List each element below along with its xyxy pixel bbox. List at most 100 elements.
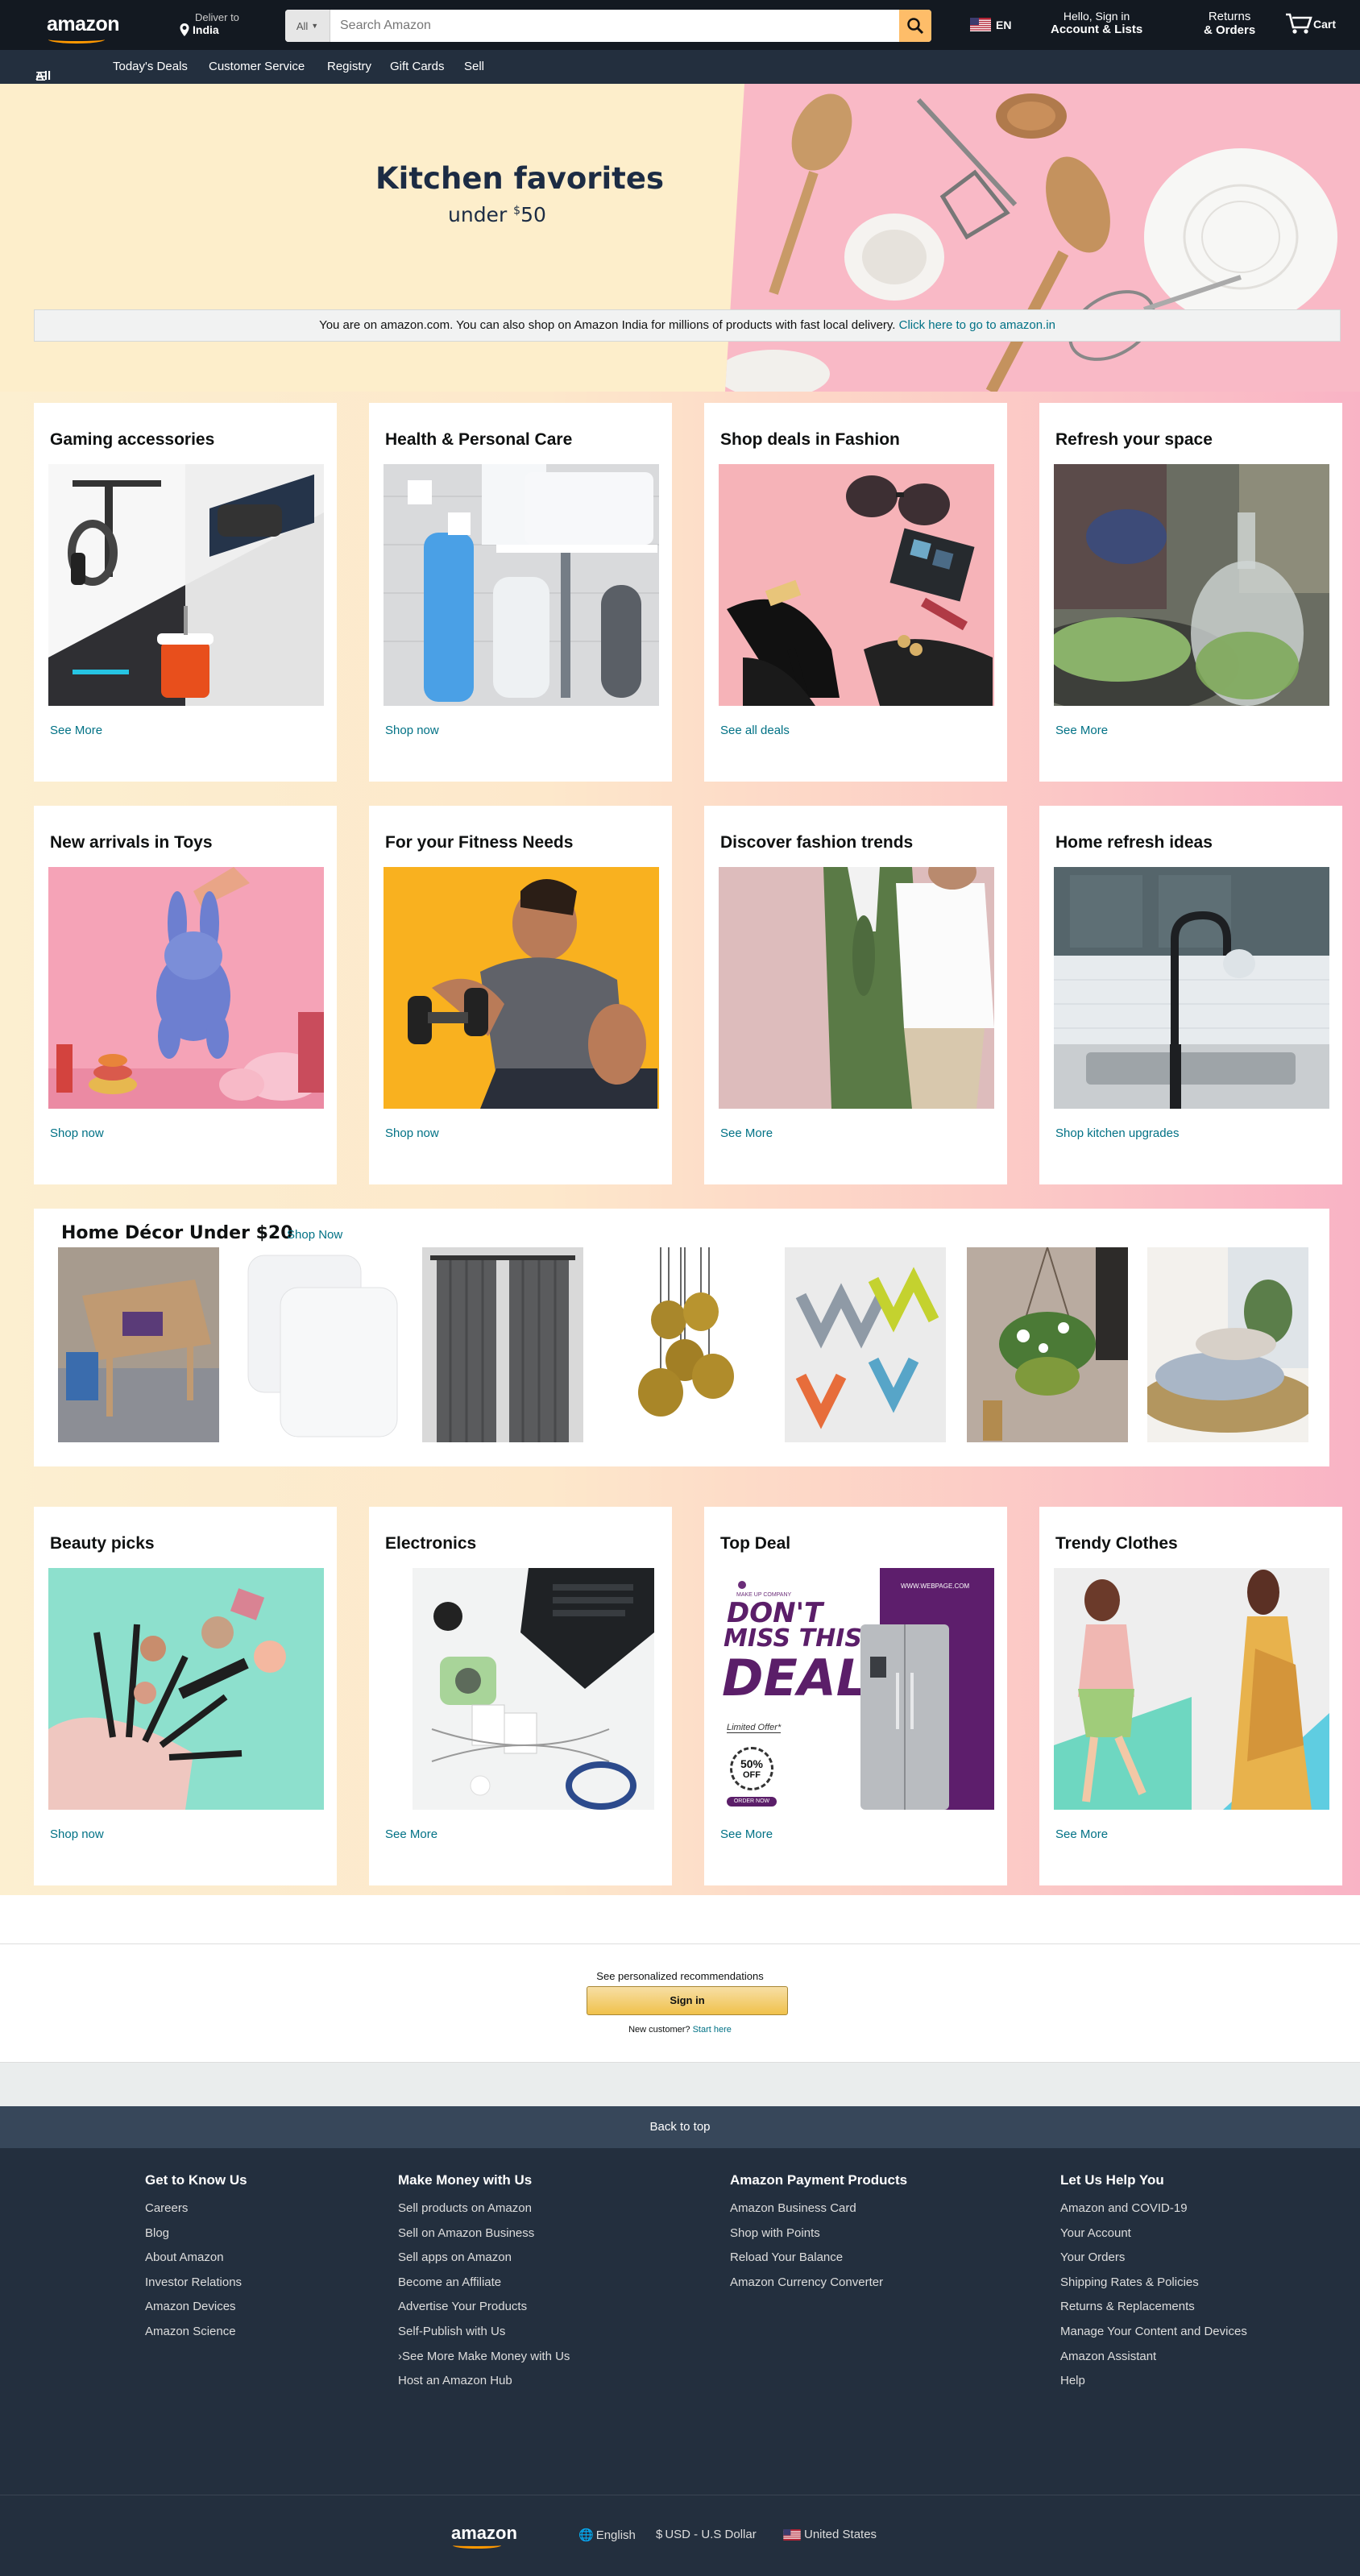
search-category-dropdown[interactable]: All ▼ xyxy=(285,10,330,42)
decor-item-curtains[interactable] xyxy=(422,1247,583,1442)
decor-item-pillows[interactable] xyxy=(240,1247,401,1442)
footer-link[interactable]: Amazon Science xyxy=(145,2320,247,2345)
decor-shop-now-link[interactable]: Shop Now xyxy=(287,1228,342,1242)
location-pin-icon xyxy=(180,23,189,36)
footer-link[interactable]: Your Orders xyxy=(1060,2246,1247,2271)
beauty-picks-image[interactable] xyxy=(48,1568,324,1810)
card-link[interactable]: Shop now xyxy=(385,1126,439,1140)
toys-image[interactable] xyxy=(48,867,324,1109)
card-gaming-accessories: Gaming accessories See More xyxy=(34,403,337,782)
sign-in-button[interactable]: Sign in xyxy=(587,1986,788,2015)
footer-link[interactable]: Returns & Replacements xyxy=(1060,2295,1247,2320)
subnav-gift-cards[interactable]: Gift Cards xyxy=(390,60,445,73)
subnav-sell[interactable]: Sell xyxy=(464,60,484,73)
notice-link[interactable]: Click here to go to amazon.in xyxy=(899,318,1055,332)
electronics-image[interactable] xyxy=(384,1568,659,1810)
deliver-to-button[interactable]: Deliver to India xyxy=(179,11,239,36)
returns-line1: Returns xyxy=(1208,10,1251,23)
footer-link[interactable]: Manage Your Content and Devices xyxy=(1060,2320,1247,2345)
card-link[interactable]: Shop now xyxy=(385,724,439,737)
footer-link[interactable]: Careers xyxy=(145,2196,247,2221)
cart-button[interactable]: Cart xyxy=(1284,11,1336,35)
account-label: Account & Lists xyxy=(1051,23,1143,36)
card-title: Discover fashion trends xyxy=(720,833,914,852)
footer-language-selector[interactable]: 🌐 English xyxy=(578,2528,636,2543)
card-link[interactable]: See More xyxy=(1055,724,1108,737)
footer-country-selector[interactable]: United States xyxy=(783,2528,877,2541)
card-link[interactable]: Shop kitchen upgrades xyxy=(1055,1126,1179,1140)
top-deal-ad-image[interactable]: MAKE UP COMPANY DON'T MISS THIS DEAL Lim… xyxy=(719,1568,994,1810)
deliver-location: India xyxy=(193,23,219,36)
footer-col-help: Let Us Help You Amazon and COVID-19 Your… xyxy=(1060,2172,1247,2394)
card-link[interactable]: See More xyxy=(720,1827,773,1841)
ad-discount-badge: 50% OFF xyxy=(730,1747,773,1790)
ad-limited-offer: Limited Offer* xyxy=(727,1723,782,1733)
footer-col-heading: Make Money with Us xyxy=(398,2172,533,2188)
footer-link[interactable]: Help xyxy=(1060,2369,1247,2394)
card-link[interactable]: See More xyxy=(720,1126,773,1140)
card-link[interactable]: Shop now xyxy=(50,1827,104,1841)
top-nav-bar: amazon Deliver to India All ▼ EN Hello, … xyxy=(0,0,1360,50)
footer-link[interactable]: About Amazon xyxy=(145,2246,247,2271)
footer-link[interactable]: Sell on Amazon Business xyxy=(398,2221,570,2246)
footer-link[interactable]: Advertise Your Products xyxy=(398,2295,570,2320)
decor-item-desk[interactable] xyxy=(58,1247,219,1442)
footer-link[interactable]: Amazon Currency Converter xyxy=(730,2271,907,2296)
amazon-logo-smile-icon xyxy=(48,35,105,44)
returns-orders-button[interactable]: Returns & Orders xyxy=(1204,10,1255,37)
amazon-logo[interactable]: amazon xyxy=(47,13,120,36)
trendy-clothes-image[interactable] xyxy=(1054,1568,1329,1810)
footer-link[interactable]: Host an Amazon Hub xyxy=(398,2369,570,2394)
search-button[interactable] xyxy=(899,10,931,42)
card-link[interactable]: See More xyxy=(385,1827,437,1841)
footer-link[interactable]: Reload Your Balance xyxy=(730,2246,907,2271)
footer-link[interactable]: Blog xyxy=(145,2221,247,2246)
footer-link[interactable]: Shop with Points xyxy=(730,2221,907,2246)
account-lists-button[interactable]: Hello, Sign in Account & Lists xyxy=(1051,10,1142,36)
decor-item-floor-cushion[interactable] xyxy=(1147,1247,1308,1442)
decor-item-pendant-lights[interactable] xyxy=(604,1247,765,1442)
footer-link[interactable]: Amazon Devices xyxy=(145,2295,247,2320)
footer-link[interactable]: Your Account xyxy=(1060,2221,1247,2246)
gaming-accessories-image[interactable] xyxy=(48,464,324,706)
language-selector[interactable]: EN xyxy=(970,18,1011,31)
fashion-trends-image[interactable] xyxy=(719,867,994,1109)
brand-dot-icon xyxy=(738,1581,746,1589)
hero-banner[interactable]: Kitchen favorites under $50 xyxy=(0,84,1360,392)
subnav-customer-service[interactable]: Customer Service xyxy=(209,60,305,73)
hero-title: Kitchen favorites xyxy=(375,161,664,196)
footer-link[interactable]: Sell products on Amazon xyxy=(398,2196,570,2221)
language-code: EN xyxy=(996,18,1012,31)
decor-item-wall-shelves[interactable] xyxy=(785,1247,946,1442)
fitness-image[interactable] xyxy=(384,867,659,1109)
card-link[interactable]: Shop now xyxy=(50,1126,104,1140)
card-link[interactable]: See More xyxy=(1055,1827,1108,1841)
footer-link[interactable]: Amazon Business Card xyxy=(730,2196,907,2221)
footer-link[interactable]: ›See More Make Money with Us xyxy=(398,2345,570,2370)
footer-link[interactable]: Self-Publish with Us xyxy=(398,2320,570,2345)
footer-link[interactable]: Amazon and COVID-19 xyxy=(1060,2196,1247,2221)
card-link[interactable]: See More xyxy=(50,724,102,737)
card-link[interactable]: See all deals xyxy=(720,724,790,737)
start-here-link[interactable]: Start here xyxy=(693,2025,732,2035)
health-personal-care-image[interactable] xyxy=(384,464,659,706)
footer-currency-symbol: $ xyxy=(656,2528,663,2541)
search-input[interactable] xyxy=(330,10,899,42)
footer-link[interactable]: Amazon Assistant xyxy=(1060,2345,1247,2370)
search-category-label: All xyxy=(296,19,309,32)
home-refresh-image[interactable] xyxy=(1054,867,1329,1109)
fashion-deals-image[interactable] xyxy=(719,464,994,706)
footer-link[interactable]: Become an Affiliate xyxy=(398,2271,570,2296)
decor-item-hanging-plant[interactable] xyxy=(967,1247,1128,1442)
back-to-top-button[interactable]: Back to top xyxy=(0,2106,1360,2148)
subnav-registry[interactable]: Registry xyxy=(327,60,371,73)
footer-link[interactable]: Sell apps on Amazon xyxy=(398,2246,570,2271)
refresh-space-image[interactable] xyxy=(1054,464,1329,706)
footer-col-heading: Get to Know Us xyxy=(145,2172,247,2188)
amazon-india-notice: You are on amazon.com. You can also shop… xyxy=(34,309,1341,342)
footer-amazon-logo[interactable]: amazon xyxy=(451,2523,517,2544)
footer-link[interactable]: Shipping Rates & Policies xyxy=(1060,2271,1247,2296)
subnav-todays-deals[interactable]: Today's Deals xyxy=(113,60,188,73)
footer-currency-selector[interactable]: $ USD - U.S Dollar xyxy=(656,2528,757,2541)
footer-link[interactable]: Investor Relations xyxy=(145,2271,247,2296)
